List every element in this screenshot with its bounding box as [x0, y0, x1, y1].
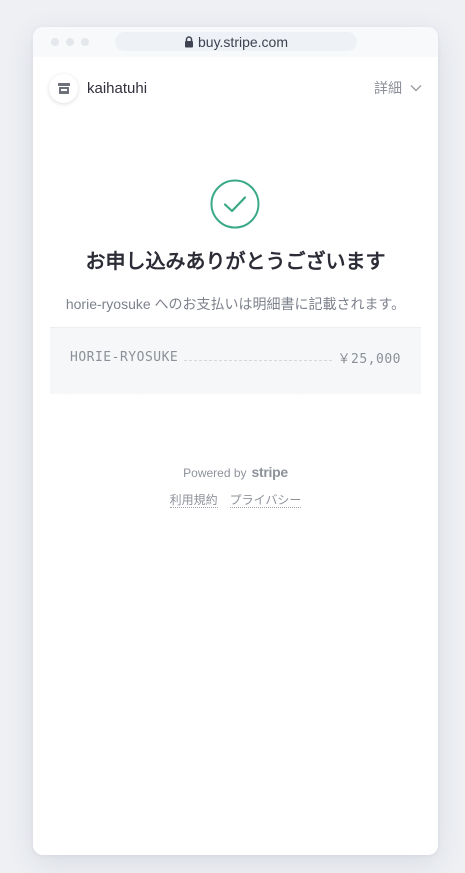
receipt-leader — [184, 360, 332, 361]
stripe-logo[interactable]: stripe — [252, 464, 289, 480]
terms-link[interactable]: 利用規約 — [169, 493, 218, 508]
merchant-name: kaihatuhi — [87, 79, 148, 97]
legal-links: 利用規約 プライバシー — [33, 493, 438, 508]
details-label: 詳細 — [374, 80, 402, 96]
window-maximize-dot[interactable] — [81, 38, 89, 46]
window-close-dot[interactable] — [51, 38, 59, 46]
receipt-card: HORIE-RYOSUKE ￥25,000 — [50, 327, 421, 394]
browser-titlebar: buy.stripe.com — [33, 27, 438, 57]
powered-by: Powered by stripe — [33, 464, 438, 480]
checkout-header: kaihatuhi 詳細 — [49, 72, 422, 104]
store-icon — [57, 82, 70, 94]
lock-icon — [185, 35, 193, 47]
window-minimize-dot[interactable] — [66, 38, 74, 46]
address-bar[interactable]: buy.stripe.com — [115, 32, 357, 51]
merchant-avatar — [49, 73, 78, 103]
confirmation-subtext: horie-ryosuke へのお支払いは明細書に記載されます。 — [65, 296, 406, 312]
receipt-amount: ￥25,000 — [337, 352, 401, 367]
powered-by-text: Powered by — [183, 466, 247, 480]
address-bar-url: buy.stripe.com — [198, 33, 288, 50]
confirmation-title: お申し込みありがとうございます — [85, 251, 386, 273]
receipt-torn-edge — [50, 387, 421, 395]
receipt-line: HORIE-RYOSUKE ￥25,000 — [70, 348, 401, 367]
window-controls — [51, 38, 89, 46]
browser-window: buy.stripe.com kaihatuhi 詳細 お申し込みありがとうござ… — [33, 27, 438, 855]
merchant-info: kaihatuhi — [49, 73, 148, 103]
chevron-down-icon — [410, 85, 422, 92]
receipt-descriptor: HORIE-RYOSUKE — [70, 350, 179, 365]
privacy-link[interactable]: プライバシー — [229, 493, 302, 508]
details-toggle[interactable]: 詳細 — [374, 78, 422, 98]
checkmark-circle-icon — [210, 179, 260, 229]
